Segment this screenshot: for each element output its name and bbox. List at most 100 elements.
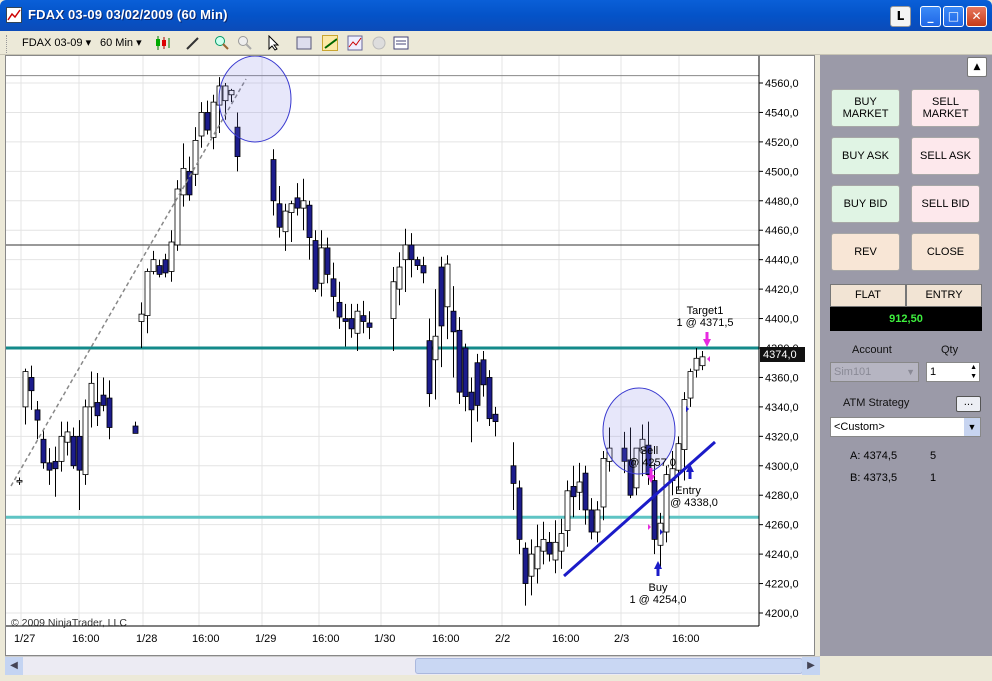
scrollbar-thumb[interactable] <box>415 658 803 674</box>
candle-body <box>528 553 535 577</box>
entry-label-1: Entry <box>675 485 701 497</box>
collapse-panel-button[interactable]: ▲ <box>967 57 987 77</box>
price-axis-label: 4560,0 <box>765 78 799 90</box>
atm-strategy-value: <Custom> <box>834 421 885 433</box>
candle-body <box>300 200 307 209</box>
zoom-in-icon[interactable] <box>214 35 230 51</box>
reverse-button[interactable]: REV <box>831 233 900 271</box>
price-axis-label: 4260,0 <box>765 520 799 532</box>
candle-body <box>456 329 463 393</box>
candle-body <box>34 409 41 421</box>
window-title: FDAX 03-09 03/02/2009 (60 Min) <box>28 7 228 22</box>
buy-market-button[interactable]: BUY MARKET <box>831 89 900 127</box>
sell-ask-button[interactable]: SELL ASK <box>911 137 980 175</box>
interval-selector[interactable]: 60 Min ▾ <box>100 35 142 51</box>
candle-body <box>420 265 427 274</box>
candle-body <box>282 210 289 233</box>
candlesticks <box>16 77 706 606</box>
app-icon <box>6 7 22 23</box>
atm-strategy-select[interactable]: <Custom> ▼ <box>830 417 981 437</box>
candle-body <box>306 204 313 238</box>
interval-label: 60 Min <box>100 37 134 49</box>
ask-price: A: 4374,5 <box>850 450 898 462</box>
atm-strategy-button[interactable]: ... <box>956 396 981 412</box>
candle-body <box>204 112 211 131</box>
candle-body <box>675 443 682 471</box>
price-axis-label: 4200,0 <box>765 608 799 620</box>
candle-body <box>426 340 433 395</box>
candle-body <box>324 247 331 275</box>
entry-label-2: @ 4338,0 <box>670 497 718 509</box>
sell-label-2: @ 4257,0 <box>628 457 676 469</box>
candle-body <box>106 397 113 428</box>
candle-body <box>40 438 47 464</box>
maximize-button[interactable]: □ <box>943 6 964 27</box>
sell-label-1: Sell <box>640 445 658 457</box>
candle-body <box>16 480 23 483</box>
candle-body <box>348 318 355 330</box>
candle-body <box>486 377 493 420</box>
lock-button[interactable]: L <box>890 6 911 27</box>
chart-canvas[interactable]: 4560,0 4540,0 4520,0 4500,0 4480,0 4460,0 4440… <box>6 55 814 655</box>
buy-bid-button[interactable]: BUY BID <box>831 185 900 223</box>
chart-trader-panel: ▲ BUY MARKET SELL MARKET BUY ASK SELL ASK … <box>820 55 992 656</box>
spin-arrows-icon[interactable]: ▲ ▼ <box>970 363 977 381</box>
candle-body <box>180 167 187 196</box>
candle-body <box>94 402 101 417</box>
sell-market-button[interactable]: SELL MARKET <box>911 89 980 127</box>
candle-body <box>552 541 559 561</box>
disabled-circle-icon[interactable] <box>371 35 387 51</box>
candle-body <box>408 244 415 261</box>
candle-body <box>570 485 577 498</box>
candle-body <box>588 509 595 533</box>
strategy-chart-icon[interactable] <box>347 35 363 51</box>
candle-body <box>354 310 361 334</box>
candle-body <box>558 533 565 552</box>
chart-axes: 4560,0 4540,0 4520,0 4500,0 4480,0 4460,0 4440… <box>6 56 799 645</box>
time-axis-label: 16:00 <box>552 633 580 645</box>
time-axis-label: 1/27 <box>14 633 35 645</box>
sell-bid-button[interactable]: SELL BID <box>911 185 980 223</box>
scroll-left-button[interactable]: ◀ <box>5 657 23 675</box>
zoom-out-icon[interactable] <box>237 35 253 51</box>
toolbar-grip <box>6 35 8 53</box>
data-box-icon[interactable] <box>393 35 409 51</box>
drawing-pen-icon[interactable] <box>185 35 201 51</box>
bid-price: B: 4373,5 <box>850 472 898 484</box>
time-axis-label: 16:00 <box>72 633 100 645</box>
cursor-icon[interactable] <box>266 35 282 51</box>
close-position-button[interactable]: CLOSE <box>911 233 980 271</box>
price-axis-label: 4480,0 <box>765 196 799 208</box>
properties-icon[interactable] <box>296 35 312 51</box>
minimize-button[interactable]: _ <box>920 6 941 27</box>
time-axis-label: 1/29 <box>255 633 276 645</box>
candle-body <box>76 435 83 471</box>
price-axis-label: 4360,0 <box>765 372 799 384</box>
price-axis-label: 4300,0 <box>765 461 799 473</box>
horizontal-scrollbar[interactable]: ◀ ▶ <box>5 656 820 675</box>
instrument-selector[interactable]: FDAX 03-09 ▾ <box>22 35 91 51</box>
atm-strategy-label: ATM Strategy <box>843 397 910 409</box>
chart-trader-icon[interactable] <box>322 35 338 51</box>
scroll-right-button[interactable]: ▶ <box>802 657 820 675</box>
candle-body <box>70 435 77 467</box>
close-button[interactable]: ✕ <box>966 6 987 27</box>
candle-body <box>510 465 517 484</box>
price-axis-label: 4500,0 <box>765 166 799 178</box>
arrow-left-icon: ◀ <box>10 660 18 671</box>
instrument-label: FDAX 03-09 <box>22 37 83 49</box>
quantity-stepper[interactable]: 1 ▲ ▼ <box>926 362 980 382</box>
price-axis-label: 4520,0 <box>765 137 799 149</box>
candle-body <box>366 322 373 328</box>
buy-market-line2: MARKET <box>842 108 889 120</box>
buy-ask-button[interactable]: BUY ASK <box>831 137 900 175</box>
price-axis-label: 4220,0 <box>765 579 799 591</box>
candle-body <box>132 425 139 434</box>
price-chart[interactable]: 4560,0 4540,0 4520,0 4500,0 4480,0 4460,0 4440… <box>5 55 815 656</box>
candle-body <box>276 203 283 228</box>
last-price-label: 4374,0 <box>763 349 797 361</box>
account-select[interactable]: Sim101 ▼ <box>830 362 919 382</box>
candlestick-style-icon[interactable] <box>155 35 171 51</box>
price-axis-label: 4340,0 <box>765 402 799 414</box>
candle-body <box>312 240 319 290</box>
